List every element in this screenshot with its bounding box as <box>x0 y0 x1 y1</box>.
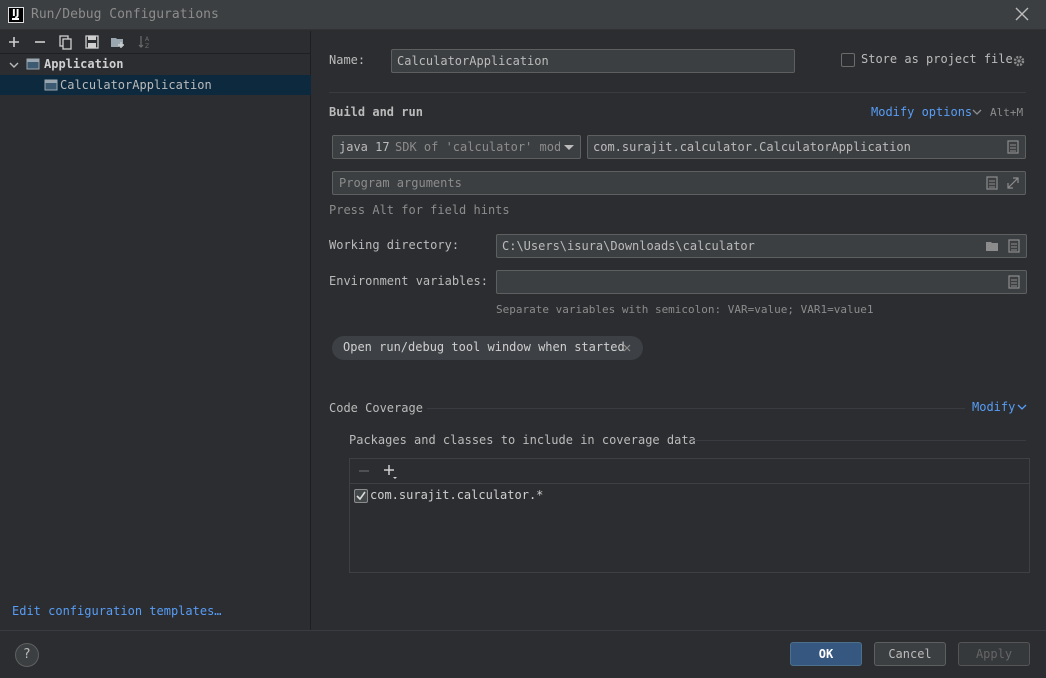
cancel-button[interactable]: Cancel <box>874 642 946 666</box>
main-class-value: com.surajit.calculator.CalculatorApplica… <box>593 140 911 154</box>
macro-icon[interactable] <box>1008 239 1020 253</box>
coverage-packages-list: com.surajit.calculator.* <box>349 458 1030 573</box>
gear-icon[interactable] <box>1012 54 1026 68</box>
environment-variables-hint: Separate variables with semicolon: VAR=v… <box>496 303 874 316</box>
new-folder-icon[interactable] <box>110 34 126 50</box>
intellij-logo-icon: IJ <box>8 7 24 23</box>
remove-chip-icon[interactable] <box>623 344 631 352</box>
build-and-run-title: Build and run <box>329 105 423 119</box>
main-class-input[interactable]: com.surajit.calculator.CalculatorApplica… <box>587 135 1026 159</box>
environment-variables-input[interactable] <box>496 270 1027 294</box>
chip-label: Open run/debug tool window when started <box>343 340 625 354</box>
coverage-entry-checkbox[interactable] <box>354 489 368 503</box>
chevron-down-icon <box>972 109 982 117</box>
copy-icon[interactable] <box>58 34 74 50</box>
edit-env-icon[interactable] <box>1008 275 1020 289</box>
tree-item-label: CalculatorApplication <box>60 78 212 92</box>
field-hint-text: Press Alt for field hints <box>329 203 510 217</box>
environment-variables-label: Environment variables: <box>329 274 488 288</box>
chevron-down-icon <box>1017 404 1027 412</box>
modify-options-link[interactable]: Modify options <box>871 105 972 119</box>
folder-icon[interactable] <box>985 240 1000 252</box>
open-tool-window-chip[interactable]: Open run/debug tool window when started <box>332 336 643 360</box>
configurations-sidebar <box>0 31 311 630</box>
store-as-project-label: Store as project file <box>861 52 1013 66</box>
program-arguments-input[interactable]: Program arguments <box>332 171 1026 195</box>
tree-item-calculator-application[interactable]: CalculatorApplication <box>0 75 311 95</box>
toolbar-divider <box>0 53 311 54</box>
working-directory-input[interactable]: C:\Users\isura\Downloads\calculator <box>496 234 1027 258</box>
dropdown-arrow-icon <box>563 144 575 152</box>
modify-options-shortcut: Alt+M <box>990 106 1024 119</box>
jdk-hint: SDK of 'calculator' modu <box>395 140 560 154</box>
jdk-select[interactable]: java 17 SDK of 'calculator' modu <box>332 135 581 159</box>
coverage-modify-link[interactable]: Modify <box>972 400 1015 414</box>
tree-group-label: Application <box>44 57 124 71</box>
divider <box>693 440 1026 441</box>
code-coverage-title: Code Coverage <box>329 401 423 415</box>
ok-button[interactable]: OK <box>790 642 862 666</box>
name-input[interactable]: CalculatorApplication <box>391 49 795 73</box>
list-icon[interactable] <box>986 176 998 190</box>
browse-icon[interactable] <box>1007 140 1019 154</box>
svg-text:A: A <box>145 36 150 43</box>
program-arguments-placeholder: Program arguments <box>339 176 462 190</box>
list-item[interactable]: com.surajit.calculator.* <box>350 486 1029 506</box>
close-icon[interactable] <box>1013 5 1031 23</box>
edit-configuration-templates-link[interactable]: Edit configuration templates… <box>12 604 222 618</box>
jdk-value: java 17 <box>339 140 390 154</box>
store-as-project-checkbox[interactable] <box>841 53 855 67</box>
chevron-down-icon[interactable] <box>8 59 20 71</box>
tree-group-application[interactable]: Application <box>0 55 311 75</box>
modify-options-label: Modify options <box>871 105 973 119</box>
add-icon[interactable] <box>6 34 22 50</box>
remove-icon[interactable] <box>32 34 48 50</box>
save-icon[interactable] <box>84 34 100 50</box>
divider <box>427 408 965 409</box>
name-input-value: CalculatorApplication <box>397 54 549 68</box>
coverage-modify-label: Modify <box>972 400 1016 414</box>
divider <box>329 92 1026 93</box>
packages-label: Packages and classes to include in cover… <box>349 433 696 447</box>
working-directory-label: Working directory: <box>329 238 460 252</box>
add-dropdown-icon[interactable] <box>383 464 399 480</box>
application-icon <box>26 57 40 71</box>
window-title: Run/Debug Configurations <box>31 7 219 22</box>
divider <box>350 483 1029 484</box>
remove-icon[interactable] <box>357 464 371 478</box>
sort-icon[interactable]: AZ <box>136 34 152 50</box>
coverage-entry-label: com.surajit.calculator.* <box>370 488 544 502</box>
working-directory-value: C:\Users\isura\Downloads\calculator <box>502 239 755 253</box>
help-button[interactable]: ? <box>15 643 39 667</box>
application-config-icon <box>44 78 58 92</box>
name-label: Name: <box>329 53 366 67</box>
svg-text:Z: Z <box>145 43 149 50</box>
expand-icon[interactable] <box>1006 176 1020 190</box>
title-bar: IJ Run/Debug Configurations <box>0 0 1046 30</box>
apply-button[interactable]: Apply <box>958 642 1030 666</box>
